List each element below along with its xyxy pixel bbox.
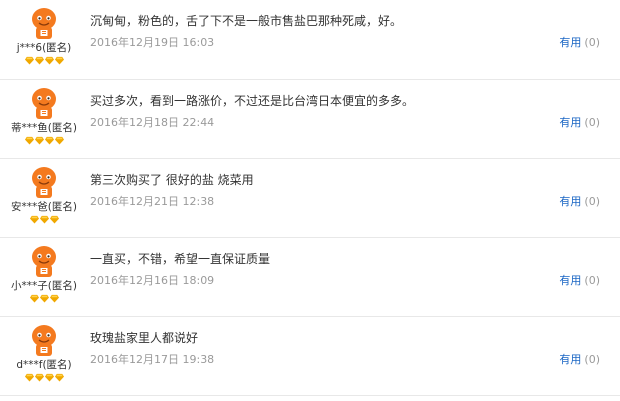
diamond-icon <box>44 373 54 382</box>
review-date: 2016年12月17日 19:38 <box>90 353 215 366</box>
review-item: 小***子(匿名) 一直买，不错，希望一直保证质量 2016年12月16日 18:0… <box>0 238 620 317</box>
useful-label: 有用 <box>559 116 582 129</box>
useful-label: 有用 <box>559 195 582 208</box>
member-level <box>0 136 88 146</box>
member-level <box>0 56 88 66</box>
diamond-icon <box>34 56 44 65</box>
diamond-icon <box>44 56 54 65</box>
review-comment: 一直买，不错，希望一直保证质量 <box>90 252 271 266</box>
diamond-icon <box>44 136 54 145</box>
diamond-icon <box>54 373 64 382</box>
review-item: j***6(匿名) 沉甸甸，粉色的，舌了下不是一般市售盐巴那种死咸，好。 2016年… <box>0 0 620 80</box>
member-level <box>0 373 88 383</box>
orange-mascot-avatar-icon <box>27 323 61 357</box>
useful-label: 有用 <box>559 36 582 49</box>
useful-button[interactable]: 有用 (0) <box>559 36 600 50</box>
reviewer-info: j***6(匿名) <box>0 6 88 66</box>
member-level <box>0 294 88 304</box>
useful-count: (0) <box>584 353 600 366</box>
diamond-icon <box>54 56 64 65</box>
review-list: j***6(匿名) 沉甸甸，粉色的，舌了下不是一般市售盐巴那种死咸，好。 2016年… <box>0 0 620 396</box>
review-date: 2016年12月19日 16:03 <box>90 36 215 49</box>
reviewer-info: 蒂***鱼(匿名) <box>0 86 88 146</box>
review-comment: 第三次购买了 很好的盐 烧菜用 <box>90 173 254 187</box>
useful-count: (0) <box>584 195 600 208</box>
useful-count: (0) <box>584 36 600 49</box>
orange-mascot-avatar-icon <box>27 86 61 120</box>
reviewer-info: 安***爸(匿名) <box>0 165 88 225</box>
useful-label: 有用 <box>559 274 582 287</box>
reviewer-username: 小***子(匿名) <box>11 280 77 292</box>
useful-button[interactable]: 有用 (0) <box>559 116 600 130</box>
review-date: 2016年12月21日 12:38 <box>90 195 215 208</box>
reviewer-info: 小***子(匿名) <box>0 244 88 304</box>
orange-mascot-avatar-icon <box>27 165 61 199</box>
reviewer-username: 蒂***鱼(匿名) <box>11 122 77 134</box>
review-item: d***f(匿名) 玫瑰盐家里人都说好 2016年12月17日 19:38 有用 (0) <box>0 317 620 396</box>
useful-count: (0) <box>584 116 600 129</box>
diamond-icon <box>49 215 59 224</box>
useful-count: (0) <box>584 274 600 287</box>
useful-button[interactable]: 有用 (0) <box>559 274 600 288</box>
useful-label: 有用 <box>559 353 582 366</box>
useful-button[interactable]: 有用 (0) <box>559 353 600 367</box>
review-item: 安***爸(匿名) 第三次购买了 很好的盐 烧菜用 2016年12月21日 12:3… <box>0 159 620 238</box>
diamond-icon <box>34 373 44 382</box>
review-date: 2016年12月18日 22:44 <box>90 116 215 129</box>
review-item: 蒂***鱼(匿名) 买过多次，看到一路涨价，不过还是比台湾日本便宜的多多。 2016… <box>0 80 620 159</box>
reviewer-username: d***f(匿名) <box>16 359 72 371</box>
review-date: 2016年12月16日 18:09 <box>90 274 215 287</box>
diamond-icon <box>29 215 39 224</box>
diamond-icon <box>24 373 34 382</box>
useful-button[interactable]: 有用 (0) <box>559 195 600 209</box>
diamond-icon <box>24 56 34 65</box>
diamond-icon <box>34 136 44 145</box>
reviewer-username: j***6(匿名) <box>16 42 72 54</box>
diamond-icon <box>49 294 59 303</box>
review-comment: 沉甸甸，粉色的，舌了下不是一般市售盐巴那种死咸，好。 <box>90 14 403 28</box>
review-comment: 买过多次，看到一路涨价，不过还是比台湾日本便宜的多多。 <box>90 94 415 108</box>
diamond-icon <box>39 294 49 303</box>
diamond-icon <box>29 294 39 303</box>
member-level <box>0 215 88 225</box>
diamond-icon <box>54 136 64 145</box>
reviewer-info: d***f(匿名) <box>0 323 88 383</box>
diamond-icon <box>24 136 34 145</box>
diamond-icon <box>39 215 49 224</box>
orange-mascot-avatar-icon <box>27 6 61 40</box>
orange-mascot-avatar-icon <box>27 244 61 278</box>
review-comment: 玫瑰盐家里人都说好 <box>90 331 199 345</box>
reviewer-username: 安***爸(匿名) <box>11 201 77 213</box>
